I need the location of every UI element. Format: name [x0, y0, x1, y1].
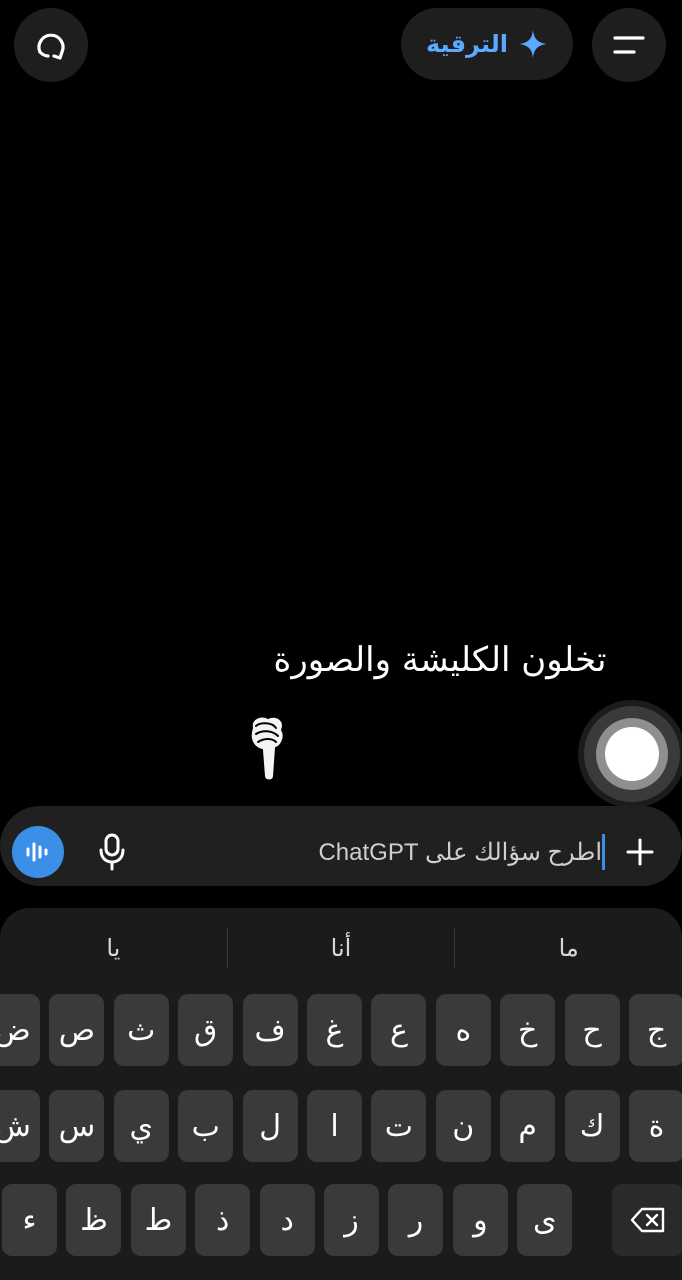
key-row2-8[interactable]: ي — [113, 1090, 169, 1162]
suggestion-bar: ما أنا يا — [0, 918, 682, 978]
key-row1-0[interactable]: ج — [629, 994, 682, 1066]
key-row3-0[interactable]: ى — [517, 1184, 573, 1256]
key-row1-10[interactable]: ض — [0, 994, 40, 1066]
key-row3-7[interactable]: ظ — [66, 1184, 122, 1256]
voice-mode-button[interactable] — [12, 826, 64, 878]
assistive-touch-button[interactable] — [584, 706, 680, 802]
key-row2-6[interactable]: ل — [242, 1090, 298, 1162]
key-row2-5[interactable]: ا — [307, 1090, 362, 1162]
key-row1-9[interactable]: ص — [49, 994, 105, 1066]
refresh-icon — [37, 33, 65, 60]
backspace-key[interactable] — [612, 1184, 682, 1256]
key-row2-0[interactable]: ة — [629, 1090, 682, 1162]
key-row3-6[interactable]: ط — [130, 1184, 186, 1256]
waveform-icon — [26, 842, 48, 862]
suggestion-item[interactable]: ما — [455, 918, 682, 978]
text-cursor — [602, 834, 605, 870]
key-row1-7[interactable]: ق — [178, 994, 234, 1066]
dictation-button[interactable] — [90, 826, 134, 878]
menu-icon — [613, 36, 645, 54]
arabic-keyboard: ما أنا يا جحخهعغفقثصض ةكمنتالبيسش ىورزدذطظ… — [0, 908, 682, 1280]
key-row3-4[interactable]: د — [259, 1184, 315, 1256]
key-row1-6[interactable]: ف — [242, 994, 298, 1066]
key-row1-8[interactable]: ث — [113, 994, 169, 1066]
pointing-down-hand-icon — [249, 715, 285, 782]
microphone-icon — [99, 833, 125, 871]
sparkle-icon — [519, 30, 548, 58]
key-row2-4[interactable]: ت — [371, 1090, 427, 1162]
key-row3-1[interactable]: و — [452, 1184, 508, 1256]
key-row3-3[interactable]: ز — [324, 1184, 380, 1256]
key-row1-2[interactable]: خ — [500, 994, 556, 1066]
message-input[interactable] — [150, 830, 604, 876]
message-composer — [0, 806, 682, 886]
assistive-touch-dot — [605, 727, 659, 781]
menu-button[interactable] — [592, 8, 666, 82]
key-row2-3[interactable]: ن — [435, 1090, 491, 1162]
key-row3-5[interactable]: ذ — [195, 1184, 251, 1256]
key-row2-2[interactable]: م — [500, 1090, 556, 1162]
key-row3-8[interactable]: ء — [2, 1184, 58, 1256]
key-row1-5[interactable]: غ — [307, 994, 362, 1066]
key-row2-10[interactable]: ش — [0, 1090, 40, 1162]
plus-icon — [626, 838, 654, 866]
key-row1-4[interactable]: ع — [371, 994, 427, 1066]
new-chat-button[interactable] — [14, 8, 88, 82]
assistive-touch-ring — [596, 718, 668, 790]
overlay-caption: تخلون الكليشة والصورة — [273, 640, 607, 680]
suggestion-item[interactable]: يا — [0, 918, 227, 978]
backspace-icon — [630, 1207, 665, 1233]
attach-button[interactable] — [618, 826, 662, 878]
key-row1-3[interactable]: ه — [435, 994, 491, 1066]
upgrade-label: الترقية — [425, 30, 509, 58]
suggestion-item[interactable]: أنا — [228, 918, 455, 978]
key-row2-9[interactable]: س — [49, 1090, 105, 1162]
key-row1-1[interactable]: ح — [564, 994, 620, 1066]
key-row2-1[interactable]: ك — [564, 1090, 620, 1162]
key-row3-2[interactable]: ر — [388, 1184, 444, 1256]
key-row2-7[interactable]: ب — [178, 1090, 234, 1162]
upgrade-button[interactable]: الترقية — [401, 8, 573, 80]
